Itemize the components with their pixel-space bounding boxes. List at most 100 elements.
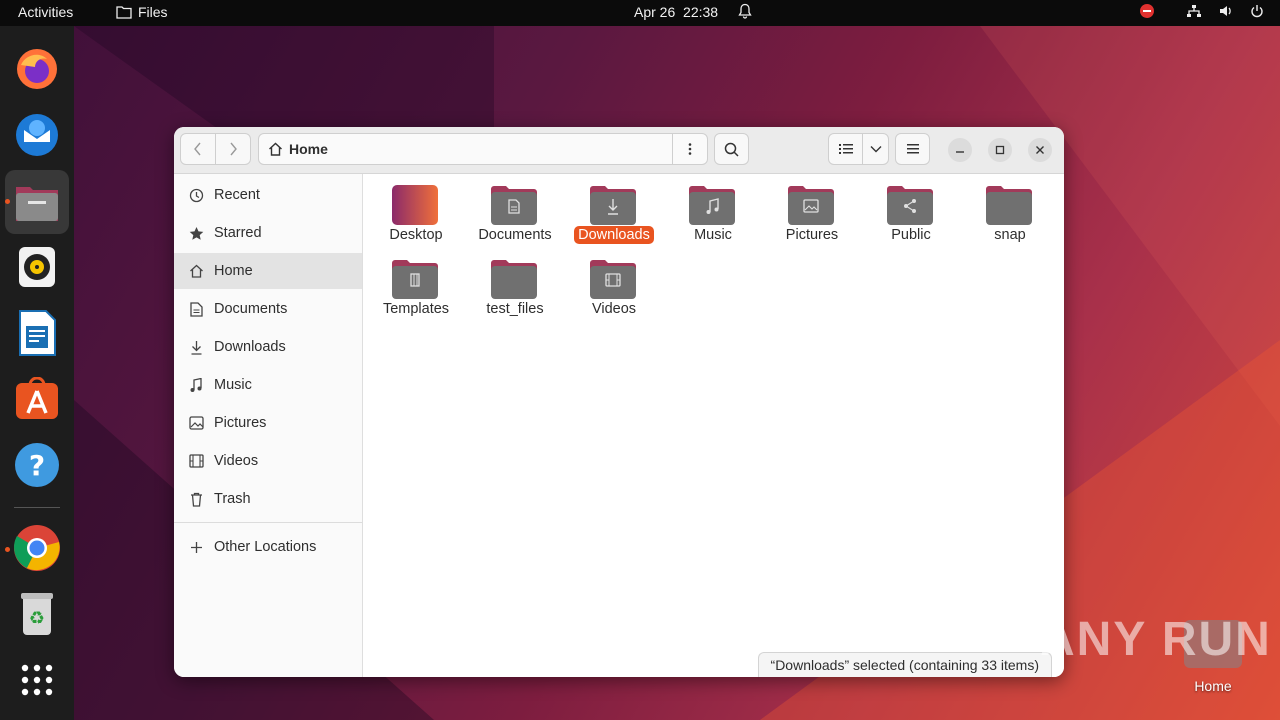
running-indicator	[5, 547, 10, 552]
folder-label: Public	[891, 227, 931, 243]
star-icon	[188, 225, 204, 241]
path-menu-button[interactable]	[672, 134, 707, 164]
header-bar: Home	[174, 127, 1064, 174]
files-icon[interactable]	[5, 170, 69, 234]
sidebar-item-downloads[interactable]: Downloads	[174, 329, 362, 365]
thunderbird-icon[interactable]	[12, 110, 62, 160]
search-button[interactable]	[714, 133, 749, 165]
desktop-folder-icon	[392, 185, 438, 225]
folder-label: Pictures	[785, 227, 839, 243]
search-icon	[724, 142, 739, 157]
sidebar-item-label: Videos	[214, 453, 259, 469]
folder-icon	[116, 6, 132, 19]
chrome-icon[interactable]	[12, 523, 62, 573]
file-grid: Desktop Documents Downloads Music Pictur…	[363, 174, 1064, 677]
folder-desktop[interactable]: Desktop	[368, 174, 464, 246]
videos-folder-icon	[590, 260, 636, 299]
chevron-left-icon	[194, 142, 201, 156]
view-list-button[interactable]	[828, 133, 863, 165]
sidebar-item-home[interactable]: Home	[174, 253, 362, 289]
folder-music[interactable]: Music	[665, 174, 761, 246]
app-grid-icon[interactable]	[12, 655, 62, 705]
folder-test-files[interactable]: test_files	[467, 248, 563, 320]
network-icon	[1187, 5, 1201, 17]
main-menu-button[interactable]	[895, 133, 930, 165]
sidebar-item-videos[interactable]: Videos	[174, 443, 362, 479]
folder-label: test_files	[486, 301, 544, 317]
sidebar-item-other-locations[interactable]: Other Locations	[174, 529, 362, 565]
close-icon	[1036, 146, 1044, 154]
rhythmbox-icon[interactable]	[12, 242, 62, 292]
path-home-segment[interactable]: Home	[259, 141, 328, 157]
desktop-home-label: Home	[1194, 678, 1232, 694]
folder-label: Desktop	[389, 227, 443, 243]
app-name: Files	[138, 4, 168, 20]
power-icon	[1251, 5, 1263, 18]
music-folder-icon	[689, 186, 735, 225]
plus-icon	[188, 539, 204, 555]
clock-time: 22:38	[683, 4, 719, 20]
app-menu[interactable]: Files	[116, 4, 168, 20]
view-options-button[interactable]	[862, 133, 889, 165]
folder-label: Downloads	[574, 226, 654, 244]
svg-text:♻: ♻	[29, 608, 45, 629]
folder-label: Music	[694, 227, 732, 243]
system-tray[interactable]	[1140, 4, 1264, 18]
folder-downloads[interactable]: Downloads	[566, 174, 662, 246]
picture-icon	[188, 415, 204, 431]
folder-public[interactable]: Public	[863, 174, 959, 246]
recording-indicator-icon	[1140, 4, 1154, 18]
volume-icon	[1220, 6, 1231, 16]
software-icon[interactable]	[12, 374, 62, 424]
sidebar-item-documents[interactable]: Documents	[174, 291, 362, 327]
sidebar-item-music[interactable]: Music	[174, 367, 362, 403]
sidebar-item-label: Documents	[214, 301, 288, 317]
activities-button[interactable]: Activities	[18, 4, 73, 20]
sidebar-item-label: Other Locations	[214, 539, 317, 555]
folder-label: Documents	[478, 227, 552, 243]
status-bar: “Downloads” selected (containing 33 item…	[757, 652, 1052, 677]
video-icon	[188, 453, 204, 469]
home-icon	[269, 142, 282, 156]
clock-date: Apr 26	[634, 4, 676, 20]
folder-templates[interactable]: Templates	[368, 248, 464, 320]
downloads-folder-icon	[590, 186, 636, 225]
folder-snap[interactable]: snap	[962, 174, 1058, 246]
clock-icon	[188, 187, 204, 203]
more-vertical-icon	[688, 143, 692, 155]
trash-icon[interactable]: ♻	[12, 589, 62, 639]
clock[interactable]: Apr 26 22:38	[634, 4, 718, 20]
back-button[interactable]	[180, 133, 216, 165]
sidebar-item-label: Music	[214, 377, 252, 393]
sidebar-item-recent[interactable]: Recent	[174, 177, 362, 213]
bell-icon	[738, 3, 752, 22]
close-button[interactable]	[1028, 138, 1052, 162]
sidebar-item-label: Trash	[214, 491, 251, 507]
chevron-down-icon	[870, 146, 881, 153]
sidebar-item-starred[interactable]: Starred	[174, 215, 362, 251]
folder-pictures[interactable]: Pictures	[764, 174, 860, 246]
folder-documents[interactable]: Documents	[467, 174, 563, 246]
download-icon	[188, 339, 204, 355]
sidebar: Recent Starred Home Documents Downloads …	[174, 174, 363, 677]
dock: ? ♻	[0, 26, 74, 720]
snap-folder-icon	[986, 186, 1032, 225]
sidebar-item-label: Recent	[214, 187, 260, 203]
music-icon	[188, 377, 204, 393]
folder-videos[interactable]: Videos	[566, 248, 662, 320]
files-window: Home Recent Starred Home Documents Downl…	[174, 127, 1064, 677]
sidebar-item-trash[interactable]: Trash	[174, 481, 362, 517]
home-icon	[188, 263, 204, 279]
forward-button[interactable]	[215, 133, 251, 165]
path-bar[interactable]: Home	[258, 133, 708, 165]
folder-label: Templates	[382, 301, 450, 317]
sidebar-item-pictures[interactable]: Pictures	[174, 405, 362, 441]
writer-icon[interactable]	[12, 308, 62, 358]
svg-text:?: ?	[29, 449, 45, 482]
firefox-icon[interactable]	[12, 44, 62, 94]
minimize-button[interactable]	[948, 138, 972, 162]
help-icon[interactable]: ?	[12, 440, 62, 490]
pictures-folder-icon	[788, 186, 834, 225]
maximize-button[interactable]	[988, 138, 1012, 162]
path-label: Home	[289, 141, 328, 157]
